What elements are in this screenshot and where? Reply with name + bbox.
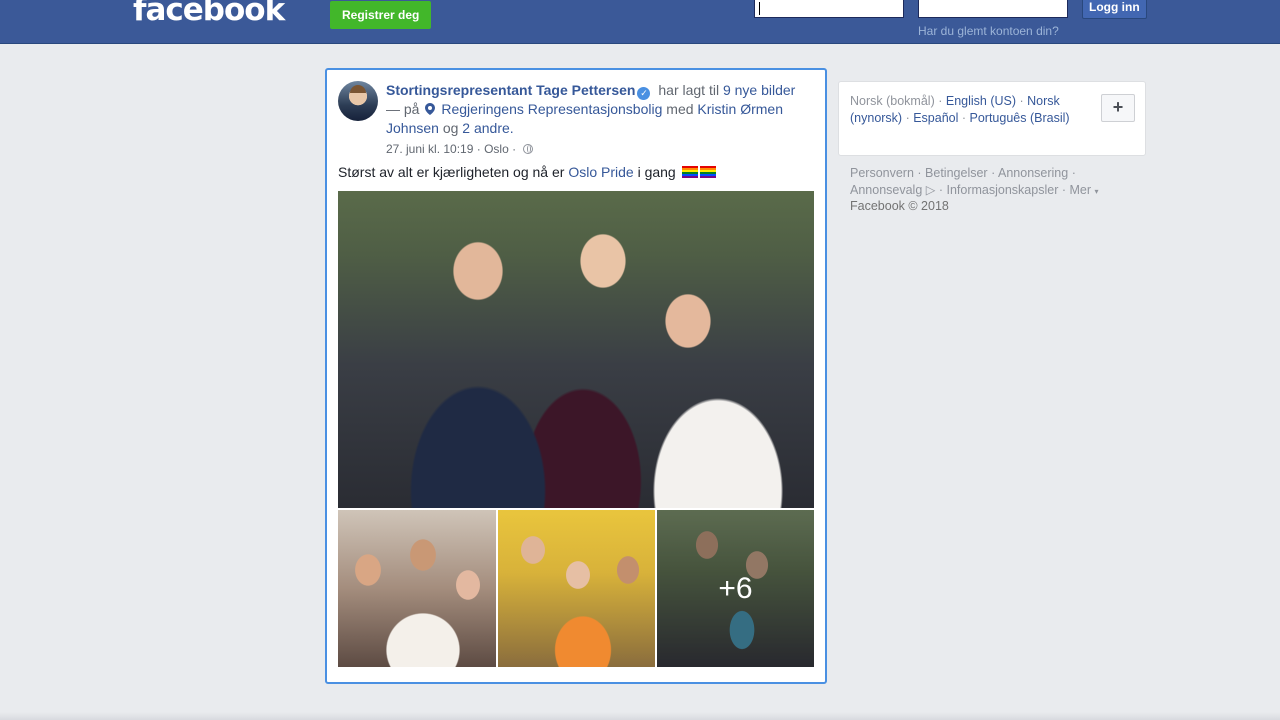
at-text: — på [386,101,420,117]
footer-link-terms[interactable]: Betingelser [925,166,988,180]
language-link[interactable]: English (US) [946,94,1016,108]
post-text-before: Størst av alt er kjærligheten og nå er [338,164,565,180]
main-photo[interactable] [338,191,814,508]
post-text-after: i gang [637,164,676,180]
location-link[interactable]: Oslo [484,142,509,156]
chevron-down-icon: ▾ [1094,187,1099,196]
ad-choices-icon: ▷ [925,183,936,197]
footer-link-advertising[interactable]: Annonsering [998,166,1068,180]
timestamp-link[interactable]: 27. juni kl. 10:19 [386,142,473,156]
verified-badge-icon: ✓ [637,87,651,100]
footer-links: Personvern · Betingelser · Annonsering ·… [850,166,1099,197]
forgot-account-link[interactable]: Har du glemt kontoen din? [918,24,1059,38]
footer-link-cookies[interactable]: Informasjonskapsler [947,183,1059,197]
footer-link-privacy[interactable]: Personvern [850,166,914,180]
facebook-logo[interactable]: facebook [133,0,285,28]
footer-link-ad-choices[interactable]: Annonsevalg [850,183,922,197]
current-language: Norsk (bokmål) [850,94,935,108]
login-button[interactable]: Logg inn [1082,0,1147,19]
text-cursor [759,2,760,15]
post-card: Stortingsrepresentant Tage Pettersen ✓ ha… [325,68,827,684]
author-avatar[interactable] [338,81,378,121]
post-meta: 27. juni kl. 10:19 · Oslo · [386,142,534,156]
others-link[interactable]: 2 andre. [462,120,513,136]
photos-link[interactable]: 9 nye bilder [723,82,795,98]
register-button[interactable]: Registrer deg [330,1,432,29]
place-link[interactable]: Regjeringens Representasjonsbolig [441,101,662,117]
page-bottom-edge [0,712,1280,720]
copyright: Facebook © 2018 [850,199,949,213]
oslo-pride-link[interactable]: Oslo Pride [568,164,633,180]
more-photos-count[interactable]: +6 [657,510,814,667]
language-link[interactable]: Español [913,111,958,125]
top-bar: facebook Registrer deg Logg inn Har du g… [0,0,1280,44]
with-text: med [666,101,694,117]
footer-link-more[interactable]: Mer [1069,183,1091,197]
photo-thumbnail[interactable] [338,510,496,667]
action-text: har lagt til [658,82,720,98]
more-languages-button[interactable]: + [1101,94,1135,122]
language-list: Norsk (bokmål) · English (US) · Norsk (n… [850,94,1070,125]
rainbow-flag-icon [699,166,716,178]
photo-thumbnail[interactable] [498,510,655,667]
language-selector: Norsk (bokmål) · English (US) · Norsk (n… [838,81,1146,156]
email-field[interactable] [754,0,904,18]
and-text: og [442,120,459,136]
password-field[interactable] [918,0,1068,18]
author-name-link[interactable]: Stortingsrepresentant Tage Pettersen [386,82,635,98]
post-header: Stortingsrepresentant Tage Pettersen ✓ ha… [386,81,806,138]
language-link[interactable]: Português (Brasil) [970,111,1070,125]
photo-thumbnail-more[interactable]: +6 [657,510,814,667]
globe-icon[interactable] [523,144,534,154]
rainbow-flag-icon [681,166,698,178]
location-pin-icon [425,103,436,115]
post-body: Størst av alt er kjærligheten og nå er O… [338,164,716,180]
